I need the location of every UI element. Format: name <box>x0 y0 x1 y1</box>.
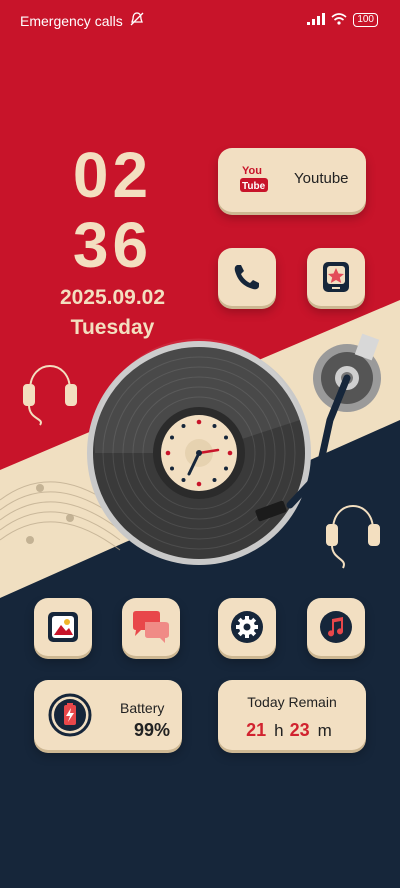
remain-minutes: 23 <box>289 720 310 740</box>
status-bar: Emergency calls 100 <box>0 0 400 40</box>
gallery-app[interactable] <box>34 598 92 656</box>
today-remain-widget[interactable]: Today Remain 21 h 23 m <box>218 680 366 750</box>
battery-label: Battery <box>120 700 165 716</box>
clock-date: 2025.09.02 <box>59 286 166 309</box>
clock-minutes: 36 <box>72 209 153 281</box>
clock-hours: 02 <box>72 139 153 211</box>
battery-widget[interactable]: Battery 99% <box>34 680 182 750</box>
youtube-logo-icon: You Tube <box>240 165 268 192</box>
remain-hours-unit: h <box>274 721 284 740</box>
settings-app[interactable] <box>218 598 276 656</box>
gear-icon <box>231 611 263 643</box>
remain-minutes-unit: m <box>317 721 332 740</box>
battery-icon <box>48 693 92 737</box>
youtube-widget[interactable]: You Tube Youtube <box>218 148 366 212</box>
headphones-icon <box>23 365 77 426</box>
store-app[interactable] <box>307 248 365 306</box>
messages-app[interactable] <box>122 598 180 656</box>
phone-icon <box>234 265 259 290</box>
chat-bubbles-icon <box>133 611 169 643</box>
muted-bell-icon <box>129 12 145 29</box>
music-app[interactable] <box>307 598 365 656</box>
carrier-text: Emergency calls <box>20 12 123 29</box>
battery-indicator: 100 <box>353 13 378 27</box>
home-screen: Emergency calls 100 02 36 2025.09.02 Tue… <box>0 0 400 888</box>
today-remain-label: Today Remain <box>247 694 337 710</box>
record-player-illustration <box>23 333 381 569</box>
today-remain-time: 21 h 23 m <box>218 720 366 741</box>
svg-text:Tube: Tube <box>242 181 266 192</box>
remain-hours: 21 <box>246 720 267 740</box>
wifi-icon <box>331 12 347 28</box>
youtube-label: Youtube <box>294 170 349 187</box>
gallery-icon <box>48 612 78 642</box>
svg-text:You: You <box>242 165 262 177</box>
phone-app[interactable] <box>218 248 276 306</box>
battery-value: 99% <box>133 720 170 740</box>
clock-widget[interactable]: 02 36 2025.09.02 Tuesday <box>40 140 185 340</box>
headphones-icon <box>326 505 380 569</box>
signal-icon <box>307 12 326 28</box>
star-store-icon <box>323 262 349 292</box>
music-note-icon <box>320 611 352 643</box>
